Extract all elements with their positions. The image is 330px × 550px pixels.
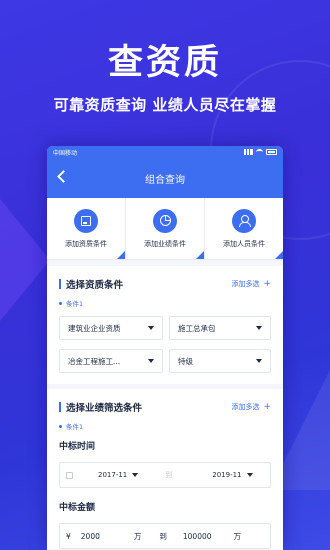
section-title: 选择业绩筛选条件 bbox=[59, 400, 142, 414]
battery-icon bbox=[266, 149, 277, 155]
page-title: 组合查询 bbox=[145, 174, 185, 186]
select-value: 建筑业企业资质 bbox=[68, 323, 121, 333]
section-title-text: 选择业绩筛选条件 bbox=[66, 403, 143, 414]
qualification-section: 选择资质条件 添加多选 + 条件1 建筑业企业资质 施工总承包 冶金工程施工... bbox=[47, 266, 283, 384]
status-icons bbox=[244, 149, 277, 155]
carrier-label: 中国移动 bbox=[53, 149, 78, 157]
select-value: 冶金工程施工... bbox=[68, 356, 121, 366]
condition-text: 条件1 bbox=[66, 300, 84, 308]
person-icon bbox=[232, 208, 256, 233]
plus-icon: + bbox=[263, 279, 271, 289]
qualification-subtype-select[interactable]: 冶金工程施工... bbox=[59, 349, 163, 373]
caret-down-icon bbox=[148, 326, 154, 330]
add-personnel-card[interactable]: 添加人员条件 bbox=[205, 198, 283, 259]
dot-icon bbox=[59, 301, 62, 305]
card-label: 添加业绩条件 bbox=[144, 239, 186, 248]
caret-down-icon bbox=[256, 326, 262, 330]
bid-amount-range: ¥ 2000 万 到 100000 万 bbox=[59, 523, 271, 549]
promo-headline: 查资质 bbox=[107, 43, 222, 83]
calendar-icon bbox=[66, 471, 73, 479]
select-value: 特级 bbox=[178, 356, 193, 366]
decor-triangle bbox=[0, 150, 50, 370]
select-row: 建筑业企业资质 施工总承包 bbox=[59, 316, 271, 340]
condition-label: 条件1 bbox=[59, 298, 271, 308]
select-value: 施工总承包 bbox=[178, 323, 216, 333]
unit-label: 万 bbox=[233, 531, 242, 541]
bid-amount-min[interactable]: 2000 bbox=[81, 532, 100, 541]
qualification-level-select[interactable]: 特级 bbox=[169, 349, 271, 373]
add-more-label: 添加多选 bbox=[231, 280, 260, 288]
card-label: 添加人员条件 bbox=[223, 239, 265, 248]
section-header: 选择资质条件 添加多选 + bbox=[59, 274, 271, 294]
add-more-button[interactable]: 添加多选 + bbox=[231, 402, 271, 412]
range-separator: 到 bbox=[159, 531, 167, 541]
status-bar: 中国移动 bbox=[47, 146, 283, 158]
unit-label: 万 bbox=[133, 531, 142, 541]
corner-marker bbox=[275, 251, 283, 259]
dot-icon bbox=[59, 424, 62, 428]
nav-bar: 组合查询 bbox=[47, 158, 283, 198]
condition-text: 条件1 bbox=[66, 423, 84, 431]
signal-icon bbox=[244, 149, 253, 155]
pie-chart-icon bbox=[153, 208, 177, 233]
title-bar bbox=[59, 279, 61, 289]
caret-down-icon bbox=[148, 359, 154, 363]
bid-time-range: 2017-11 到 2019-11 bbox=[59, 462, 271, 488]
section-title-text: 选择资质条件 bbox=[66, 280, 124, 291]
corner-marker bbox=[117, 251, 125, 259]
add-qualification-card[interactable]: 添加资质条件 bbox=[47, 198, 126, 259]
caret-down-icon bbox=[256, 359, 262, 363]
section-title: 选择资质条件 bbox=[59, 277, 123, 291]
corner-marker bbox=[196, 251, 204, 259]
title-bar bbox=[59, 402, 61, 412]
wifi-icon bbox=[256, 149, 263, 155]
certificate-icon bbox=[74, 208, 98, 233]
bid-time-to[interactable]: 2019-11 bbox=[212, 471, 241, 479]
add-more-button[interactable]: 添加多选 + bbox=[231, 279, 271, 289]
range-separator: 到 bbox=[165, 471, 173, 479]
add-more-label: 添加多选 bbox=[231, 403, 260, 411]
bid-time-label: 中标时间 bbox=[59, 442, 96, 452]
bid-time-from[interactable]: 2017-11 bbox=[98, 471, 127, 479]
add-performance-card[interactable]: 添加业绩条件 bbox=[126, 198, 205, 259]
select-row: 冶金工程施工... 特级 bbox=[59, 349, 271, 373]
bid-amount-label: 中标金额 bbox=[59, 503, 96, 513]
phone-screen: 中国移动 组合查询 添加资质条件 添加业绩条件 添加人员条件 选择资质条件 添加… bbox=[47, 146, 283, 550]
currency-symbol: ¥ bbox=[66, 531, 71, 541]
caret-down-icon bbox=[246, 473, 253, 477]
qualification-type-select[interactable]: 建筑业企业资质 bbox=[59, 316, 163, 340]
back-icon[interactable] bbox=[57, 170, 70, 183]
performance-section: 选择业绩筛选条件 添加多选 + 条件1 中标时间 2017-11 到 2019-1… bbox=[47, 389, 283, 549]
promo-subline: 可靠资质查询 业绩人员尽在掌握 bbox=[53, 96, 277, 114]
card-label: 添加资质条件 bbox=[65, 239, 107, 248]
plus-icon: + bbox=[263, 402, 271, 412]
qualification-category-select[interactable]: 施工总承包 bbox=[169, 316, 271, 340]
add-condition-cards: 添加资质条件 添加业绩条件 添加人员条件 bbox=[47, 198, 283, 260]
caret-down-icon bbox=[132, 473, 139, 477]
bid-amount-max[interactable]: 100000 bbox=[183, 532, 212, 541]
condition-label: 条件1 bbox=[59, 421, 271, 431]
section-header: 选择业绩筛选条件 添加多选 + bbox=[59, 397, 271, 417]
